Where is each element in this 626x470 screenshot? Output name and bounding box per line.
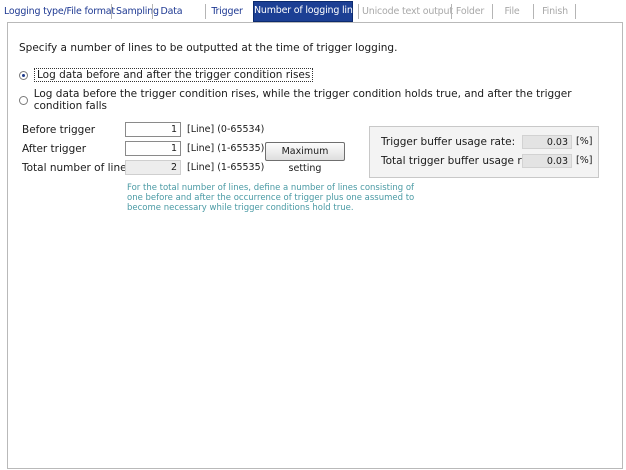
total-trigger-buffer-value: 0.03 [522, 154, 572, 168]
instruction-text: Specify a number of lines to be outputte… [19, 42, 398, 54]
trigger-buffer-value: 0.03 [522, 135, 572, 149]
before-trigger-label: Before trigger [22, 124, 96, 136]
tab-separator [152, 4, 153, 19]
tab-finish[interactable]: Finish [538, 2, 572, 21]
option-before-after-rises[interactable]: Log data before and after the trigger co… [19, 68, 314, 82]
tab-separator [111, 4, 112, 19]
total-lines-label: Total number of lines [22, 162, 133, 174]
before-trigger-unit: [Line] (0-65534) [187, 124, 265, 135]
tab-separator [205, 4, 206, 19]
radio-unselected-icon[interactable] [19, 95, 28, 105]
total-lines-unit: [Line] (1-65535) [187, 162, 265, 173]
trigger-buffer-unit: [%] [576, 136, 593, 147]
logging-lines-panel: Specify a number of lines to be outputte… [7, 22, 623, 469]
option-label: Log data before the trigger condition ri… [33, 88, 572, 112]
tab-trigger[interactable]: Trigger [209, 2, 245, 21]
note-line: one before and after the occurrence of t… [127, 193, 415, 203]
option-label: Log data before and after the trigger co… [34, 68, 314, 82]
after-trigger-input[interactable]: 1 [125, 141, 181, 156]
note-text: For the total number of lines, define a … [127, 183, 427, 213]
maximum-setting-button[interactable]: Maximum setting [265, 142, 345, 174]
buffer-usage-box: Trigger buffer usage rate: 0.03 [%] Tota… [369, 126, 599, 178]
option-before-while-after-falls[interactable]: Log data before the trigger condition ri… [19, 88, 622, 112]
tab-bar: Logging type/File format Sampling Data T… [0, 0, 626, 22]
before-trigger-input[interactable]: 1 [125, 122, 181, 137]
after-trigger-unit: [Line] (1-65535) [187, 143, 265, 154]
note-line: become necessary while trigger condition… [127, 203, 354, 213]
tab-separator [358, 4, 359, 19]
tab-separator [533, 4, 534, 19]
tab-sampling[interactable]: Sampling [116, 2, 159, 21]
radio-selected-icon[interactable] [19, 70, 28, 80]
tab-logging-type-file-format[interactable]: Logging type/File format [4, 2, 115, 21]
tab-separator [575, 4, 576, 19]
tab-data[interactable]: Data [158, 2, 185, 21]
tab-folder[interactable]: Folder [455, 2, 485, 21]
total-trigger-buffer-unit: [%] [576, 155, 593, 166]
note-line: For the total number of lines, define a … [127, 183, 415, 193]
trigger-buffer-label: Trigger buffer usage rate: [381, 136, 516, 148]
tab-separator [451, 4, 452, 19]
tab-file[interactable]: File [497, 2, 527, 21]
total-trigger-buffer-label: Total trigger buffer usage rate: [381, 155, 543, 167]
tab-unicode-text-output[interactable]: Unicode text output [362, 2, 453, 21]
tab-number-of-logging-lines[interactable]: Number of logging lines [253, 1, 363, 22]
tab-separator [492, 4, 493, 19]
total-lines-value: 2 [125, 160, 181, 175]
after-trigger-label: After trigger [22, 143, 87, 155]
